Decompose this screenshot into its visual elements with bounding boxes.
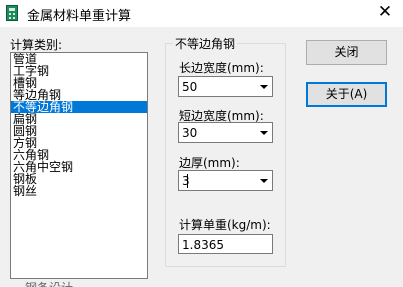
background-text: 钢条设计	[25, 279, 73, 287]
long-edge-combo[interactable]: 50	[178, 76, 273, 97]
group-title: 不等边角钢	[173, 35, 238, 52]
close-button[interactable]: 关闭	[306, 40, 387, 65]
unit-weight-value: 1.8365	[182, 238, 224, 252]
unit-weight-field[interactable]: 1.8365	[178, 234, 273, 254]
thickness-label: 边厚(mm):	[179, 156, 240, 170]
calc-type-label: 计算类别:	[10, 38, 63, 52]
close-window-button[interactable]: ✕	[370, 1, 400, 25]
chevron-down-icon[interactable]	[255, 123, 272, 142]
short-edge-value: 30	[182, 126, 198, 140]
chevron-down-icon[interactable]	[255, 171, 272, 190]
list-item[interactable]: 钢丝	[11, 185, 147, 197]
long-edge-label: 长边宽度(mm):	[179, 61, 264, 75]
calculator-window: 金属材料单重计算 ✕ 计算类别: 管道 工字钢 槽钢 等边角钢 不等边角钢 扁钢 圆钢 方钢六…	[0, 0, 403, 287]
thickness-value: 3	[182, 174, 190, 188]
calculator-icon	[6, 5, 18, 21]
chevron-down-icon[interactable]	[255, 77, 272, 96]
text-caret	[187, 174, 188, 188]
window-title: 金属材料单重计算	[27, 9, 132, 24]
thickness-combo[interactable]: 3	[178, 170, 273, 191]
about-button[interactable]: 关于(A)	[306, 82, 387, 107]
title-bar: 金属材料单重计算 ✕	[0, 0, 403, 27]
short-edge-combo[interactable]: 30	[178, 122, 273, 143]
long-edge-value: 50	[182, 80, 198, 94]
calc-type-list[interactable]: 管道 工字钢 槽钢 等边角钢 不等边角钢 扁钢 圆钢 方钢 六角钢 六角中空钢 钢板 钢丝	[10, 52, 148, 279]
unit-weight-label: 计算单重(kg/m):	[179, 218, 271, 232]
